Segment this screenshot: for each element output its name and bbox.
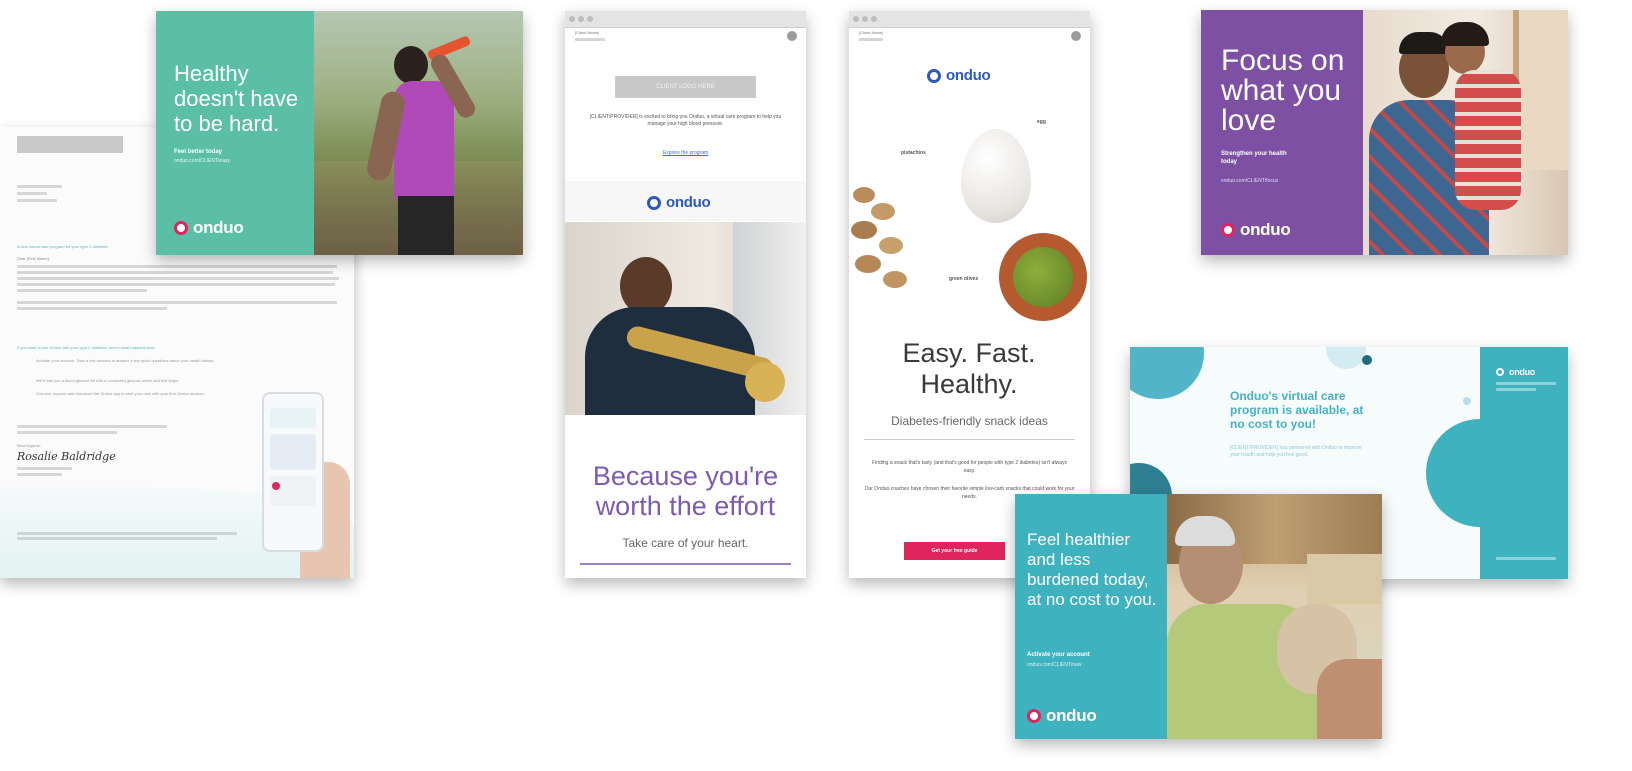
onduo-ring-icon <box>174 221 188 235</box>
letter-signature: Rosalie Baldridge <box>17 450 116 463</box>
man-with-dog-photo <box>1167 494 1382 739</box>
card-healthier-cta: Activate your account <box>1027 652 1090 658</box>
father-daughter-photo <box>1363 10 1568 255</box>
onduo-ring-icon <box>927 68 941 83</box>
label-egg: egg <box>1037 119 1046 125</box>
email-snacks: [Client Name] onduo pistachios egg green… <box>849 11 1090 578</box>
client-logo-placeholder <box>17 136 123 153</box>
card-healthy-headline: Healthy doesn't have to be hard. <box>174 61 299 136</box>
olives-bowl-photo <box>999 233 1087 321</box>
decor-half-circle <box>1426 419 1534 527</box>
postcard-body: [CLIENT/PROVIDER] has partnered with Ond… <box>1230 445 1362 458</box>
divider <box>864 439 1075 440</box>
card-healthier-headline: Feel healthier and less burdened today, … <box>1027 530 1157 609</box>
onduo-ring-icon <box>647 195 661 210</box>
explore-program-link[interactable]: Explore the program <box>565 150 806 156</box>
phone-in-hand-photo <box>248 392 350 578</box>
avatar <box>787 31 797 41</box>
email-intro: [CLIENT/PROVIDER] is excited to bring yo… <box>589 114 782 127</box>
woman-drinking-photo <box>314 11 523 255</box>
pistachios-photo <box>849 179 929 304</box>
card-healthy-cta: Feel better today <box>174 149 223 155</box>
email-headline: Easy. Fast. Healthy. <box>902 338 1036 399</box>
email-header-name: [Client Name] <box>859 30 884 35</box>
card-focus-url: onduo.com/CLIENT/focus <box>1221 178 1279 184</box>
onduo-logo: onduo <box>1496 367 1535 377</box>
avatar <box>1071 31 1081 41</box>
label-olives: green olives <box>949 276 979 282</box>
decor-dot <box>1362 355 1372 365</box>
onduo-ring-icon <box>1496 368 1504 376</box>
email-header-name: [Client Name] <box>575 30 600 35</box>
email-headline: Because you're worth the effort <box>592 461 779 521</box>
onduo-logo: onduo <box>1027 706 1097 726</box>
egg-photo <box>961 129 1031 223</box>
card-focus-cta: Strengthen your health today <box>1221 151 1287 165</box>
postcard-headline: Onduo's virtual care program is availabl… <box>1230 389 1364 431</box>
letter-greeting: Dear [First Name], <box>17 256 50 261</box>
email-body-1: Finding a snack that's tasty (and that's… <box>872 460 1067 474</box>
letter-subject: A new virtual care program for your type… <box>17 244 108 249</box>
card-healthier: Feel healthier and less burdened today, … <box>1015 494 1382 739</box>
phone-screen <box>262 392 324 552</box>
free-guide-button[interactable]: Get your free guide <box>904 542 1005 560</box>
browser-toolbar <box>849 11 1090 28</box>
email-trumpet: [Client Name] CLIENT LOGO HERE [CLIENT/P… <box>565 11 806 578</box>
onduo-logo: onduo <box>927 67 991 84</box>
card-healthier-url: onduo.com/CLIENT/new <box>1027 662 1082 668</box>
onduo-logo: onduo <box>647 194 711 211</box>
label-pistachios: pistachios <box>901 150 926 156</box>
onduo-ring-icon <box>1221 223 1235 237</box>
letter-step-2: We'll mail you a blood glucose kit with … <box>36 378 180 383</box>
decor-dot <box>1463 397 1471 405</box>
letter-step-3: Connect, support and download the Onduo … <box>36 391 205 396</box>
card-healthy-url: onduo.com/CLIENT/easy <box>174 158 230 164</box>
onduo-logo: onduo <box>1221 220 1291 240</box>
man-with-trumpet-photo <box>565 222 806 415</box>
client-logo-button[interactable]: CLIENT LOGO HERE <box>615 76 756 98</box>
letter-section-heading: If you want to join Onduo with your type… <box>17 345 156 350</box>
email-subhead: Take care of your heart. <box>622 536 749 550</box>
email-subhead: Diabetes-friendly snack ideas <box>891 414 1048 428</box>
onduo-logo: onduo <box>174 218 244 238</box>
card-focus: Focus on what you love Strengthen your h… <box>1201 10 1568 255</box>
divider <box>580 563 791 565</box>
browser-toolbar <box>565 11 806 28</box>
onduo-ring-icon <box>1027 709 1041 723</box>
letter-step-1: Activate your account. Take a few minute… <box>36 358 215 363</box>
card-focus-headline: Focus on what you love <box>1221 44 1345 137</box>
letter-signoff: Best regards, <box>17 443 41 448</box>
card-healthy: Healthy doesn't have to be hard. Feel be… <box>156 11 523 255</box>
